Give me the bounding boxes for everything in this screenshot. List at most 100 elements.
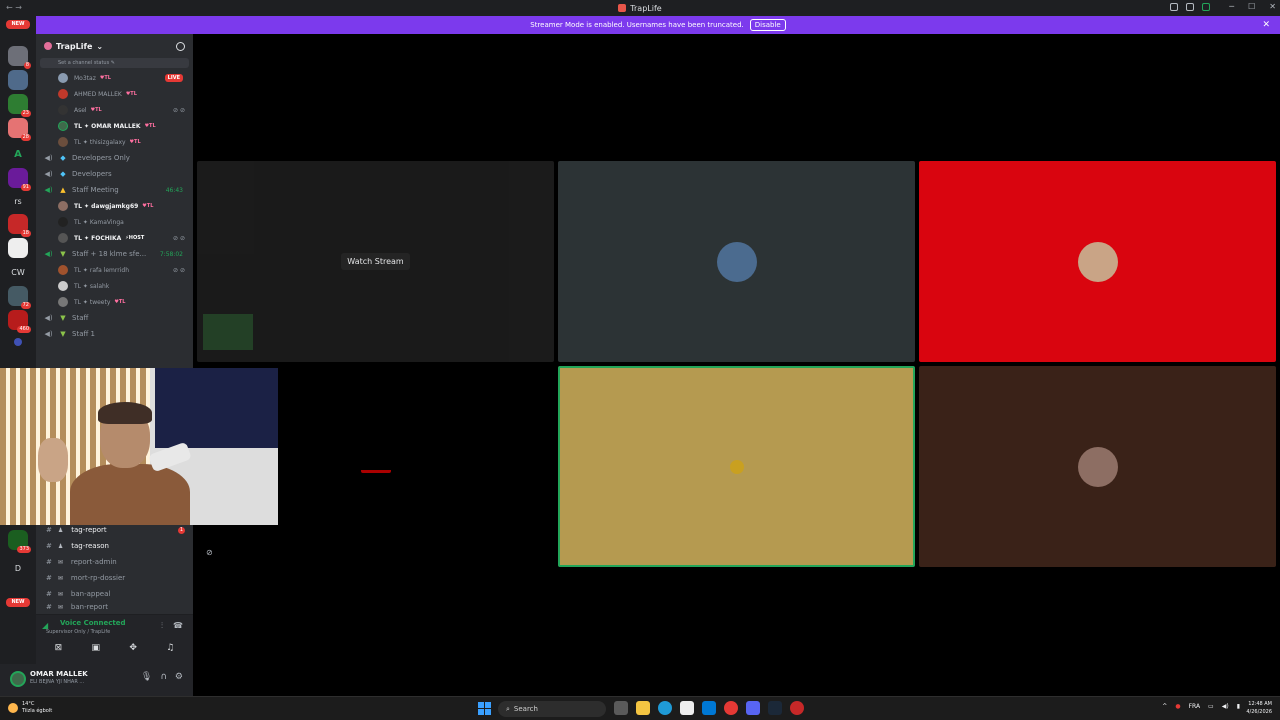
window-title-text: TrapLife (630, 3, 662, 13)
disable-button[interactable]: Disable (749, 19, 786, 31)
text-channel[interactable]: # ✉ report-admin (36, 554, 193, 570)
close-window-button[interactable]: ✕ (1269, 2, 1276, 11)
task-view-icon[interactable] (614, 701, 628, 715)
camera-off-icon[interactable]: ⊘ (206, 548, 213, 557)
noise-suppression-icon[interactable]: ⫶ (161, 621, 163, 631)
server-icon[interactable]: 23 (8, 94, 31, 117)
inbox-icon[interactable] (1170, 3, 1178, 11)
chrome-icon[interactable] (724, 701, 738, 715)
voice-user[interactable]: TL ✦ OMAR MALLEK ♥TL (36, 118, 193, 134)
server-icon[interactable]: A (8, 144, 28, 164)
server-icon[interactable]: 8 (8, 46, 31, 69)
server-icon[interactable] (8, 238, 28, 258)
voice-user[interactable]: TL ✦ KamaVinga (36, 214, 193, 230)
server-icon[interactable]: rs (8, 191, 28, 211)
channel-timer: 46:43 (165, 186, 183, 194)
volume-icon[interactable]: ◀) (1222, 703, 1229, 710)
stream-preview-minimap (203, 314, 253, 350)
participant-tile[interactable] (558, 161, 915, 362)
chevron-up-icon[interactable]: ^ (1162, 703, 1167, 710)
user-display-name[interactable]: OMAR MALLEK (30, 670, 88, 678)
download-icon[interactable] (1202, 3, 1210, 11)
server-icon[interactable]: D (8, 558, 28, 578)
outlook-icon[interactable] (702, 701, 716, 715)
edge-icon[interactable] (658, 701, 672, 715)
watch-stream-button[interactable]: Watch Stream (341, 253, 410, 270)
text-channel[interactable]: # ✉ mort-rp-dossier (36, 570, 193, 586)
participant-tile-speaking[interactable] (558, 366, 915, 567)
voice-status[interactable]: Voice Connected (60, 619, 126, 627)
microphone-icon[interactable]: 🎙 (141, 672, 152, 682)
text-channel[interactable]: # ♟ tag-reason (36, 538, 193, 554)
mic-tray-icon[interactable]: ● (1175, 703, 1180, 710)
voice-user[interactable]: Asel ♥TL ⊘ ⊘ (36, 102, 193, 118)
banner-close-icon[interactable]: ✕ (1262, 20, 1270, 30)
shield-icon: ▼ (60, 330, 66, 338)
participant-tile[interactable] (919, 161, 1276, 362)
server-icon[interactable]: 28 (8, 118, 31, 141)
voice-user[interactable]: TL ✦ rafa lemrridh ⊘ ⊘ (36, 262, 193, 278)
channel-label: mort-rp-dossier (70, 574, 126, 582)
steam-icon[interactable] (768, 701, 782, 715)
text-channel[interactable]: # ✉ ban-report (36, 602, 193, 612)
server-icon[interactable]: 72 (8, 286, 31, 309)
weather-widget[interactable]: 14°C Tiizla égbolt (8, 701, 52, 715)
guild-header[interactable]: TrapLife ⌄ (36, 34, 193, 58)
user-tag: ♥TL (142, 203, 154, 209)
soundboard-icon[interactable]: ♫ (166, 643, 174, 653)
screen-share-icon[interactable]: ▣ (92, 643, 101, 653)
store-icon[interactable] (680, 701, 694, 715)
file-explorer-icon[interactable] (636, 701, 650, 715)
battery-icon[interactable]: ▮ (1237, 703, 1240, 710)
avatar[interactable] (10, 671, 26, 687)
participant-tile[interactable] (919, 366, 1276, 567)
user-name: TL ✦ tweety (74, 298, 111, 306)
help-icon[interactable] (1186, 3, 1194, 11)
windows-start-icon[interactable] (478, 702, 491, 715)
network-icon[interactable]: ▭ (1208, 703, 1214, 710)
voice-channel-staff-meeting[interactable]: ◀) ▲ Staff Meeting 46:43 (36, 182, 193, 198)
server-icon[interactable]: 18 (8, 214, 31, 237)
text-channel[interactable]: # ✉ ban-appeal (36, 586, 193, 602)
minimize-button[interactable]: ─ (1229, 2, 1234, 11)
channel-status[interactable]: Set a channel status ✎ (40, 58, 189, 68)
user-tag: ♥TL (114, 299, 126, 305)
headphones-icon[interactable]: ∩ (160, 672, 167, 682)
voice-user[interactable]: TL ✦ tweety ♥TL (36, 294, 193, 310)
server-icon[interactable]: CW (8, 262, 28, 282)
voice-user[interactable]: TL ✦ FOCHIKA ⚡HOST ⊘ ⊘ (36, 230, 193, 246)
user-panel: OMAR MALLEK ELI BEJNA YJI NHAR ... 🎙 ∩ ⚙ (0, 664, 193, 696)
server-icon[interactable] (8, 70, 28, 90)
voice-channel-developers-only[interactable]: ◀) ◆ Developers Only (36, 150, 193, 166)
disconnect-icon[interactable]: ☎ (173, 621, 183, 631)
settings-gear-icon[interactable]: ⚙ (175, 672, 183, 682)
discord-icon[interactable] (746, 701, 760, 715)
add-user-icon[interactable] (176, 41, 185, 51)
voice-channel-staff18[interactable]: ◀) ▼ Staff + 18 klme sfe... 7:58:02 (36, 246, 193, 262)
voice-channel-staff-1[interactable]: ◀) ▼ Staff 1 (36, 326, 193, 342)
voice-user[interactable]: Mo3taz ♥TL LIVE (36, 70, 193, 86)
server-icon[interactable]: 91 (8, 168, 31, 191)
voice-channel-developers[interactable]: ◀) ◆ Developers (36, 166, 193, 182)
server-icon[interactable]: 460 (8, 310, 31, 333)
activities-icon[interactable]: ✥ (129, 643, 137, 653)
app-icon[interactable] (790, 701, 804, 715)
nav-arrows[interactable]: ← → (6, 3, 22, 12)
voice-channel-staff[interactable]: ◀) ▼ Staff (36, 310, 193, 326)
voice-user[interactable]: AHMED MALLEK ♥TL (36, 86, 193, 102)
maximize-button[interactable]: ☐ (1248, 2, 1255, 11)
voice-user[interactable]: TL ✦ dawgjamkg69 ♥TL (36, 198, 193, 214)
hash-icon: # (46, 558, 52, 566)
voice-user[interactable]: TL ✦ thisizgalaxy ♥TL (36, 134, 193, 150)
stream-tile[interactable]: Watch Stream (197, 161, 554, 362)
avatar (58, 105, 68, 115)
folder-icon[interactable] (14, 338, 22, 346)
camera-off-icon[interactable]: ⊠ (55, 643, 63, 653)
voice-channel-path[interactable]: Supervisor Only / TrapLife (46, 629, 110, 635)
server-icon[interactable]: 373 (8, 530, 31, 553)
user-name: TL ✦ OMAR MALLEK (74, 122, 141, 130)
voice-user[interactable]: TL ✦ salahk (36, 278, 193, 294)
language-indicator[interactable]: FRA (1189, 703, 1200, 710)
taskbar-search[interactable]: ⌕ Search (498, 701, 606, 717)
clock[interactable]: 12:48 AM 4/26/2026 (1246, 700, 1272, 716)
